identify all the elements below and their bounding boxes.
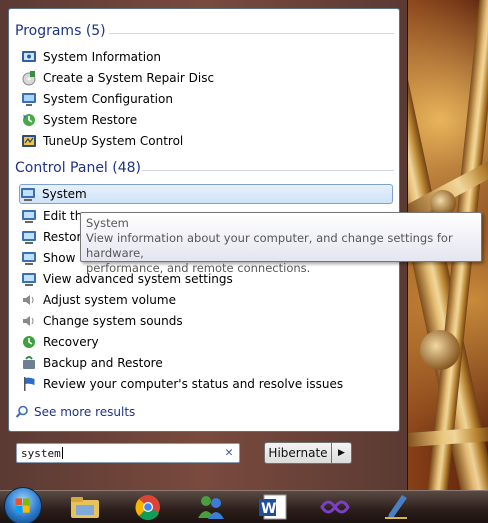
svg-text:W: W — [261, 501, 276, 517]
item-label: Adjust system volume — [43, 293, 176, 307]
start-search-input[interactable]: system ✕ — [16, 443, 240, 463]
power-options-arrow-button[interactable]: ▶ — [332, 442, 352, 464]
item-label: Change system sounds — [43, 314, 183, 328]
program-item-create-repair-disc[interactable]: Create a System Repair Disc — [21, 68, 393, 88]
computer-icon — [22, 210, 36, 223]
messenger-icon[interactable] — [194, 492, 228, 522]
tooltip-line: View information about your computer, an… — [86, 231, 453, 260]
control-panel-group-title[interactable]: Control Panel (48) — [15, 160, 141, 176]
group-divider — [109, 33, 394, 34]
windows-logo-icon — [15, 498, 30, 513]
item-label: Backup and Restore — [43, 356, 163, 370]
start-orb-icon[interactable] — [4, 487, 42, 523]
search-icon — [15, 405, 28, 418]
flag-icon — [24, 377, 35, 391]
pen-app-icon[interactable] — [380, 492, 414, 522]
chrome-icon[interactable] — [131, 492, 165, 522]
recovery-icon — [23, 336, 35, 348]
item-label: System Configuration — [43, 92, 173, 106]
item-label: Review your computer's status and resolv… — [43, 377, 344, 391]
tooltip-line: performance, and remote connections. — [86, 261, 311, 275]
item-label: System — [42, 187, 87, 201]
repair-disc-icon — [22, 71, 36, 86]
bamboo-knot — [420, 330, 460, 370]
clear-search-icon[interactable]: ✕ — [225, 445, 233, 460]
control-panel-item-system[interactable]: System — [19, 184, 393, 204]
word-icon[interactable]: W — [256, 492, 290, 522]
backup-icon — [23, 356, 35, 369]
item-label: System Information — [43, 50, 162, 64]
item-label: TuneUp System Control — [43, 134, 184, 148]
program-item-system-configuration[interactable]: System Configuration — [21, 89, 393, 109]
computer-icon — [22, 231, 36, 244]
item-label: Show — [43, 251, 76, 265]
see-more-label: See more results — [34, 405, 136, 419]
control-panel-item-change-sounds[interactable]: Change system sounds — [21, 311, 393, 331]
computer-icon — [21, 188, 35, 201]
control-panel-item-adjust-volume[interactable]: Adjust system volume — [21, 290, 393, 310]
visual-studio-icon[interactable] — [318, 492, 352, 522]
speaker-icon — [23, 295, 34, 305]
programs-group-title[interactable]: Programs (5) — [15, 23, 106, 39]
program-item-system-information[interactable]: System Information — [21, 47, 393, 67]
file-explorer-icon[interactable] — [68, 492, 102, 522]
computer-icon — [22, 273, 36, 286]
group-divider — [142, 170, 394, 171]
system-configuration-icon — [22, 93, 36, 106]
hibernate-button[interactable]: Hibernate — [264, 442, 332, 464]
tooltip-title: System — [86, 216, 129, 230]
speaker-icon — [23, 316, 34, 326]
system-information-icon — [22, 51, 36, 62]
control-panel-item-review-status[interactable]: Review your computer's status and resolv… — [21, 374, 393, 394]
tuneup-icon — [22, 135, 36, 147]
search-input-text: system — [21, 446, 61, 460]
computer-icon — [22, 252, 36, 265]
system-tooltip: System View information about your compu… — [80, 212, 482, 275]
item-label: Create a System Repair Disc — [43, 71, 215, 85]
see-more-results-link[interactable]: See more results — [15, 405, 135, 419]
control-panel-item-recovery[interactable]: Recovery — [21, 332, 393, 352]
item-label: Recovery — [43, 335, 99, 349]
item-label: System Restore — [43, 113, 138, 127]
program-item-tuneup-system-control[interactable]: TuneUp System Control — [21, 131, 393, 151]
system-restore-icon — [23, 114, 35, 126]
item-label: Restor — [43, 230, 82, 244]
program-item-system-restore[interactable]: System Restore — [21, 110, 393, 130]
chevron-right-icon: ▶ — [338, 448, 345, 458]
text-caret — [61, 447, 63, 459]
control-panel-item-backup-restore[interactable]: Backup and Restore — [21, 353, 393, 373]
